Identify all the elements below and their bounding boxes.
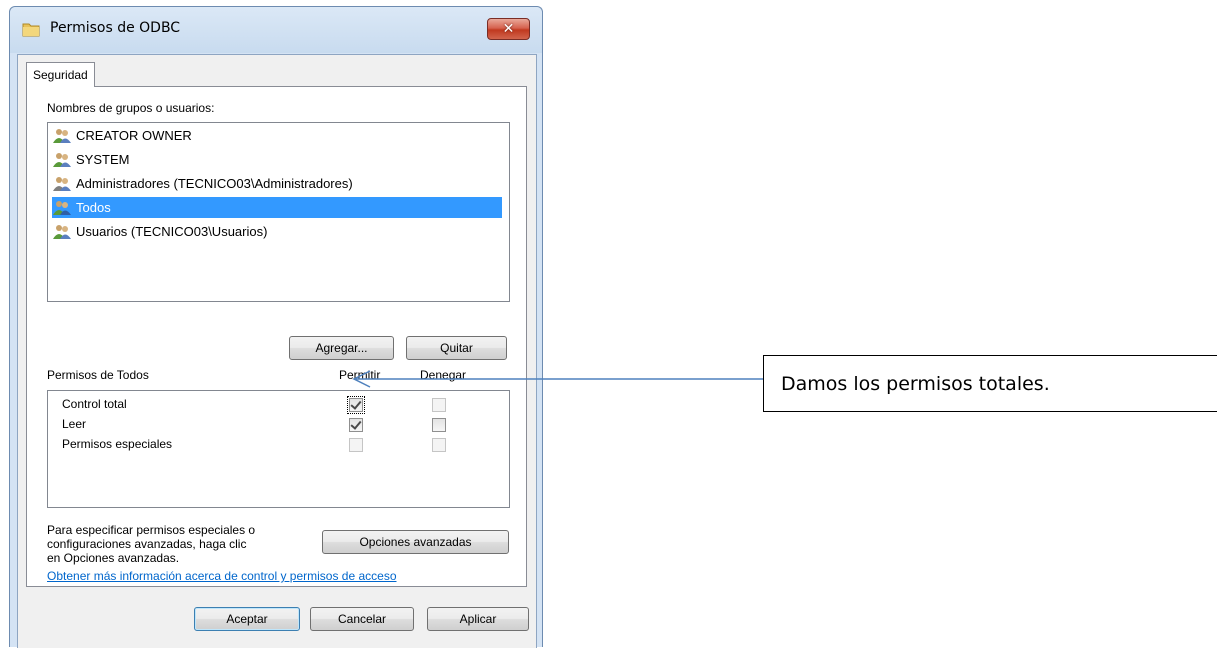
annotation-callout: Damos los permisos totales. — [763, 355, 1217, 412]
list-item[interactable]: CREATOR OWNER — [52, 125, 502, 146]
dialog-client-area: Seguridad Nombres de grupos o usuarios: … — [17, 54, 537, 648]
add-button[interactable]: Agregar... — [289, 336, 394, 360]
security-tab-panel: Nombres de grupos o usuarios: CREATOR OW… — [26, 86, 527, 587]
deny-checkbox[interactable] — [432, 418, 446, 432]
deny-checkbox[interactable] — [432, 398, 446, 412]
cancel-button[interactable]: Cancelar — [310, 607, 414, 631]
users-listbox[interactable]: CREATOR OWNER SYSTEM Administradores (TE… — [47, 122, 510, 302]
permissions-dialog: Permisos de ODBC ✕ Seguridad Nombres de … — [9, 6, 543, 648]
groups-label: Nombres de grupos o usuarios: — [47, 101, 215, 115]
allow-checkbox[interactable] — [349, 418, 363, 432]
users-icon — [53, 176, 71, 191]
remove-button[interactable]: Quitar — [406, 336, 507, 360]
permission-row-special: Permisos especiales — [48, 434, 509, 456]
advanced-help-line-2: configuraciones avanzadas, haga clic — [47, 537, 247, 551]
ok-button[interactable]: Aceptar — [194, 607, 300, 631]
advanced-help-line-1: Para especificar permisos especiales o — [47, 523, 256, 537]
permissions-list: Control total Leer Permisos especiales — [47, 390, 510, 508]
permission-name: Control total — [62, 397, 127, 411]
list-item-selected[interactable]: Todos — [52, 197, 502, 218]
users-icon — [53, 152, 71, 167]
permission-name: Leer — [62, 417, 87, 431]
users-icon — [53, 200, 71, 215]
allow-checkbox — [349, 438, 363, 452]
tab-seguridad[interactable]: Seguridad — [26, 62, 95, 87]
folder-icon — [22, 23, 40, 37]
user-name: CREATOR OWNER — [76, 128, 192, 143]
list-item[interactable]: Administradores (TECNICO03\Administrador… — [52, 173, 502, 194]
permission-name: Permisos especiales — [62, 437, 173, 451]
permission-row-full-control: Control total — [48, 394, 509, 416]
user-name: Todos — [74, 197, 113, 218]
deny-column-header: Denegar — [420, 368, 467, 382]
apply-button[interactable]: Aplicar — [427, 607, 529, 631]
annotation-text: Damos los permisos totales. — [781, 372, 1050, 395]
advanced-help-line-3: en Opciones avanzadas. — [47, 551, 180, 565]
title-bar[interactable]: Permisos de ODBC ✕ — [10, 7, 542, 53]
user-name: Usuarios (TECNICO03\Usuarios) — [76, 224, 268, 239]
users-icon — [53, 224, 71, 239]
window-title: Permisos de ODBC — [50, 20, 181, 36]
close-icon: ✕ — [502, 21, 515, 37]
deny-checkbox — [432, 438, 446, 452]
permission-row-read: Leer — [48, 414, 509, 436]
users-icon — [53, 128, 71, 143]
allow-checkbox[interactable] — [347, 396, 365, 414]
close-button[interactable]: ✕ — [487, 18, 530, 40]
advanced-options-button[interactable]: Opciones avanzadas — [322, 530, 509, 554]
help-link[interactable]: Obtener más información acerca de contro… — [47, 569, 397, 583]
user-name: SYSTEM — [76, 152, 130, 167]
permissions-title: Permisos de Todos — [47, 368, 149, 382]
list-item[interactable]: Usuarios (TECNICO03\Usuarios) — [52, 221, 502, 242]
list-item[interactable]: SYSTEM — [52, 149, 502, 170]
allow-column-header: Permitir — [339, 368, 381, 382]
user-name: Administradores (TECNICO03\Administrador… — [76, 176, 353, 191]
